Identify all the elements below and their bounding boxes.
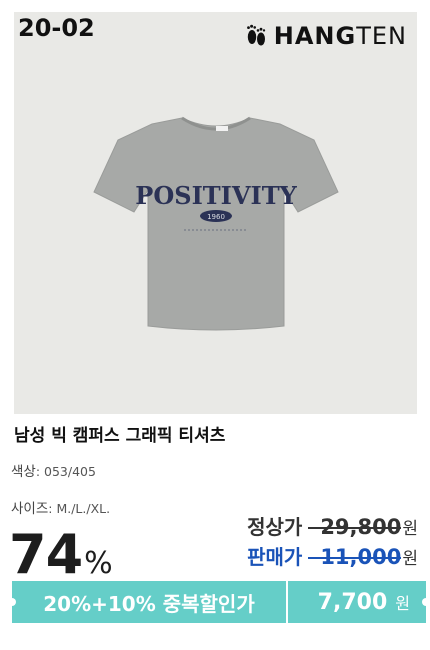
shirt-print-year: 1960 xyxy=(207,213,225,221)
product-title[interactable]: 남성 빅 캠퍼스 그래픽 티셔츠 xyxy=(14,421,225,446)
promo-banner[interactable]: 20%+10% 중복할인가 7,700 원 xyxy=(8,581,430,623)
promo-price: 7,700 원 xyxy=(288,581,430,623)
tshirt-illustration: POSITIVITY 1960 xyxy=(93,116,339,331)
sale-price-label: 판매가 xyxy=(247,545,303,569)
regular-price-label: 정상가 xyxy=(247,515,303,539)
regular-price: 정상가 29,800 원 xyxy=(247,511,418,540)
promo-label: 20%+10% 중복할인가 xyxy=(8,581,286,623)
size-option: 사이즈: M./L./XL. xyxy=(11,501,111,517)
color-option: 색상: 053/405 xyxy=(11,464,96,480)
discount-rate: 74% xyxy=(9,523,113,586)
brand-logo: HANGTEN xyxy=(244,22,407,50)
regular-price-value: 29,800 xyxy=(308,515,402,539)
product-image[interactable]: 20-02 HANGTEN POSITIVITY 1960 xyxy=(14,12,417,414)
product-code: 20-02 xyxy=(18,14,95,42)
sale-price: 판매가 11,000 원 xyxy=(247,541,418,570)
footprints-icon xyxy=(246,24,265,46)
shirt-print-text: POSITIVITY xyxy=(135,181,297,210)
sale-price-value: 11,000 xyxy=(308,545,402,569)
product-card[interactable]: 20-02 HANGTEN POSITIVITY 1960 남성 빅 캠퍼스 그… xyxy=(0,0,430,650)
brand-name: HANGTEN xyxy=(273,22,407,50)
